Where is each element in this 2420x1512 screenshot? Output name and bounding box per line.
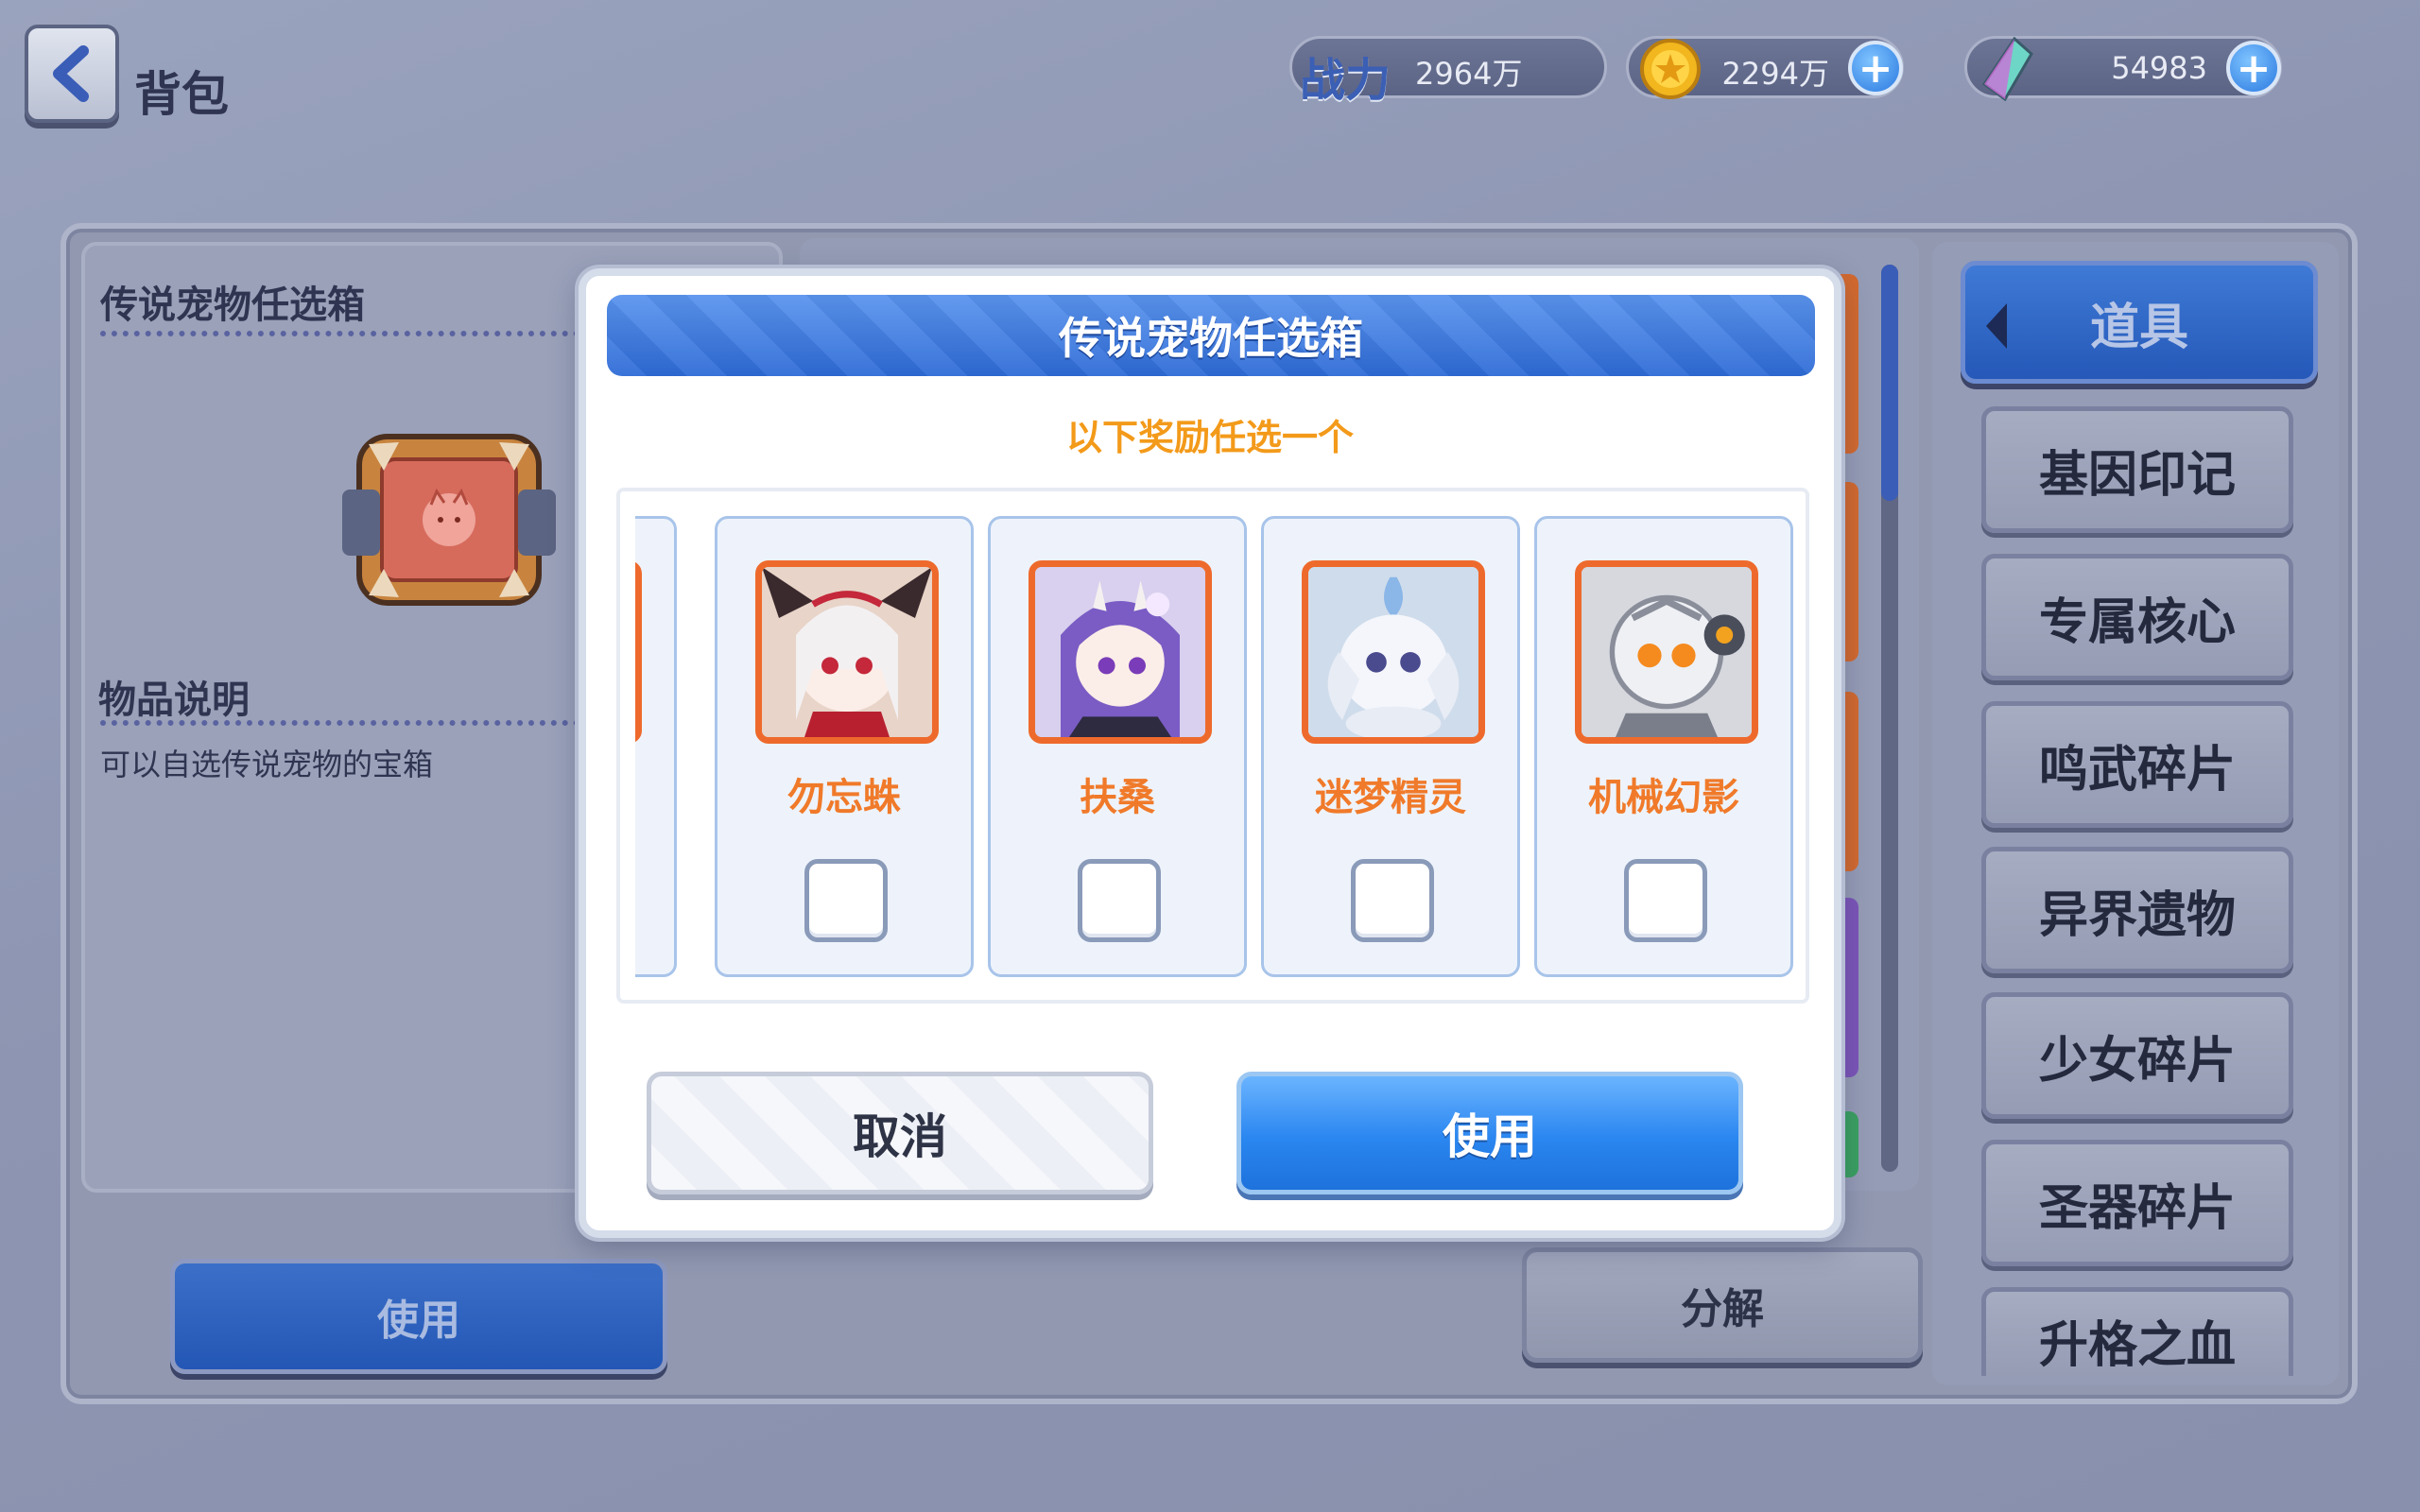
reward-list[interactable]: 勿忘蛛 扶桑 迷梦精灵 机械幻影 xyxy=(616,488,1809,1004)
use-item-button[interactable]: 使用 xyxy=(170,1259,667,1374)
reward-checkbox[interactable] xyxy=(1078,859,1161,942)
gold-coin-icon xyxy=(1640,39,1701,99)
gold-value: 2294万 xyxy=(1721,56,1829,92)
page-title: 背包 xyxy=(134,67,229,122)
category-girl-fragment[interactable]: 少女碎片 xyxy=(1981,992,2293,1119)
dialog-title: 传说宠物任选箱 xyxy=(607,295,1815,376)
pet-portrait xyxy=(1302,560,1485,744)
category-active-label: 道具 xyxy=(2089,299,2188,356)
reward-name: 勿忘蛛 xyxy=(787,776,901,819)
gold-display: 2294万 + xyxy=(1626,36,1904,99)
pet-portrait-image xyxy=(1582,567,1752,737)
back-button[interactable] xyxy=(25,25,119,123)
category-otherworld-relic[interactable]: 异界遗物 xyxy=(1981,847,2293,973)
reward-card[interactable]: 机械幻影 xyxy=(1534,516,1793,977)
reward-card[interactable]: 勿忘蛛 xyxy=(715,516,974,977)
dialog-subtitle: 以下奖励任选一个 xyxy=(1065,417,1354,458)
category-header[interactable]: 道具 xyxy=(1961,261,2318,384)
reward-checkbox[interactable] xyxy=(1624,859,1707,942)
pet-selection-dialog: 传说宠物任选箱 以下奖励任选一个 勿忘蛛 扶桑 迷梦精灵 机械幻影 取消 使用 xyxy=(579,268,1841,1238)
add-gold-button[interactable]: + xyxy=(1848,41,1903,95)
chevron-left-icon xyxy=(53,45,89,102)
category-exclusive-core[interactable]: 专属核心 xyxy=(1981,554,2293,680)
reward-card[interactable]: 迷梦精灵 xyxy=(1261,516,1520,977)
reward-name: 迷梦精灵 xyxy=(1315,776,1466,819)
gem-value: 54983 xyxy=(2111,50,2207,86)
pet-portrait-image xyxy=(1308,567,1478,737)
item-desc-heading: 物品说明 xyxy=(98,679,250,722)
category-weapon-fragment[interactable]: 鸣武碎片 xyxy=(1981,701,2293,828)
pet-portrait-image xyxy=(762,567,932,737)
category-gene-mark[interactable]: 基因印记 xyxy=(1981,406,2293,533)
collapse-triangle-icon xyxy=(1986,303,2007,349)
item-description: 可以自选传说宠物的宝箱 xyxy=(100,747,434,782)
pet-portrait xyxy=(635,560,642,744)
pet-portrait xyxy=(1575,560,1758,744)
confirm-use-button[interactable]: 使用 xyxy=(1236,1072,1743,1194)
category-artifact-fragment[interactable]: 圣器碎片 xyxy=(1981,1140,2293,1266)
reward-strip: 勿忘蛛 扶桑 迷梦精灵 机械幻影 xyxy=(635,516,1798,977)
item-name: 传说宠物任选箱 xyxy=(100,284,365,327)
scrollbar-thumb[interactable] xyxy=(1881,265,1898,501)
gem-display: 54983 + xyxy=(1964,36,2282,101)
power-label: 战力 xyxy=(1300,54,1392,107)
category-ascension-blood[interactable]: 升格之血 xyxy=(1981,1287,2293,1376)
power-value: 2964万 xyxy=(1415,56,1523,92)
reward-name: 扶桑 xyxy=(1080,776,1155,819)
reward-checkbox[interactable] xyxy=(1351,859,1434,942)
reward-card[interactable]: 扶桑 xyxy=(988,516,1247,977)
pet-portrait-image xyxy=(1035,567,1205,737)
pet-portrait xyxy=(1028,560,1212,744)
cancel-button[interactable]: 取消 xyxy=(647,1072,1153,1194)
reward-name: 机械幻影 xyxy=(1588,776,1739,819)
pet-box-icon xyxy=(342,434,556,606)
split-button[interactable]: 分解 xyxy=(1522,1247,1923,1363)
reward-card-partial[interactable] xyxy=(635,516,677,977)
pet-portrait xyxy=(755,560,939,744)
power-display: 战力 2964万 xyxy=(1289,36,1607,107)
add-gem-button[interactable]: + xyxy=(2226,41,2281,95)
reward-checkbox[interactable] xyxy=(804,859,888,942)
crystal-gem-icon xyxy=(1981,37,2033,101)
